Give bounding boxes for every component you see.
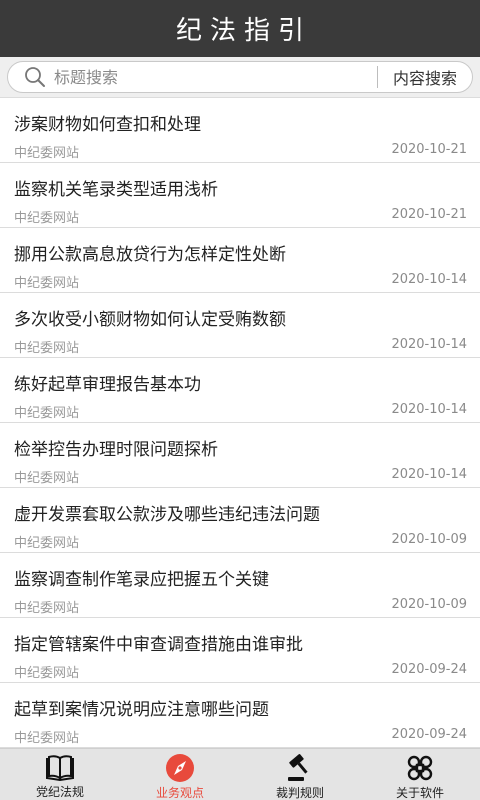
article-title: 虚开发票套取公款涉及哪些违纪违法问题: [14, 505, 320, 525]
list-item[interactable]: 多次收受小额财物如何认定受贿数额 中纪委网站 2020-10-14: [0, 293, 480, 358]
article-title: 监察机关笔录类型适用浅析: [14, 180, 218, 200]
article-source: 中纪委网站: [14, 471, 80, 486]
article-date: 2020-10-21: [391, 207, 467, 222]
command-icon: [404, 753, 436, 783]
tab-label: 裁判规则: [275, 786, 324, 800]
tab-label: 关于软件: [395, 786, 444, 800]
list-item[interactable]: 挪用公款高息放贷行为怎样定性处断 中纪委网站 2020-10-14: [0, 228, 480, 293]
tab-about-software[interactable]: 关于软件: [360, 749, 480, 800]
article-title: 涉案财物如何查扣和处理: [14, 115, 201, 135]
tab-business-views[interactable]: 业务观点: [120, 749, 240, 800]
compass-icon: [164, 753, 196, 783]
article-date: 2020-10-09: [391, 597, 467, 612]
tab-label: 党纪法规: [35, 785, 84, 799]
article-date: 2020-09-24: [391, 662, 467, 677]
article-source: 中纪委网站: [14, 731, 80, 746]
list-item[interactable]: 虚开发票套取公款涉及哪些违纪违法问题 中纪委网站 2020-10-09: [0, 488, 480, 553]
article-list: 涉案财物如何查扣和处理 中纪委网站 2020-10-21 监察机关笔录类型适用浅…: [0, 98, 480, 748]
list-item[interactable]: 检举控告办理时限问题探析 中纪委网站 2020-10-14: [0, 423, 480, 488]
list-item[interactable]: 练好起草审理报告基本功 中纪委网站 2020-10-14: [0, 358, 480, 423]
tab-judgment-rules[interactable]: 裁判规则: [240, 749, 360, 800]
article-source: 中纪委网站: [14, 341, 80, 356]
article-source: 中纪委网站: [14, 211, 80, 226]
article-title: 起草到案情况说明应注意哪些问题: [14, 700, 269, 720]
article-source: 中纪委网站: [14, 406, 80, 421]
article-date: 2020-10-14: [391, 467, 467, 482]
list-item[interactable]: 起草到案情况说明应注意哪些问题 中纪委网站 2020-09-24: [0, 683, 480, 748]
article-source: 中纪委网站: [14, 666, 80, 681]
article-date: 2020-10-14: [391, 402, 467, 417]
search-box: 内容搜索: [7, 61, 473, 93]
article-title: 挪用公款高息放贷行为怎样定性处断: [14, 245, 286, 265]
list-item[interactable]: 监察调查制作笔录应把握五个关键 中纪委网站 2020-10-09: [0, 553, 480, 618]
list-item[interactable]: 指定管辖案件中审查调查措施由谁审批 中纪委网站 2020-09-24: [0, 618, 480, 683]
title-bar: 纪法指引: [0, 0, 480, 57]
book-icon: [44, 753, 76, 782]
list-item[interactable]: 涉案财物如何查扣和处理 中纪委网站 2020-10-21: [0, 98, 480, 163]
article-source: 中纪委网站: [14, 276, 80, 291]
article-source: 中纪委网站: [14, 536, 80, 551]
tab-label: 业务观点: [155, 786, 204, 800]
article-source: 中纪委网站: [14, 601, 80, 616]
bottom-tab-bar: 党纪法规 业务观点 裁判规则 关于软件: [0, 748, 480, 800]
article-source: 中纪委网站: [14, 146, 80, 161]
article-title: 多次收受小额财物如何认定受贿数额: [14, 310, 286, 330]
search-icon[interactable]: [16, 61, 54, 93]
tab-party-regulations[interactable]: 党纪法规: [0, 749, 120, 800]
article-title: 指定管辖案件中审查调查措施由谁审批: [14, 635, 303, 655]
article-title: 监察调查制作笔录应把握五个关键: [14, 570, 269, 590]
gavel-icon: [284, 753, 316, 783]
article-date: 2020-10-14: [391, 272, 467, 287]
article-date: 2020-10-09: [391, 532, 467, 547]
search-bar: 内容搜索: [0, 57, 480, 98]
article-date: 2020-09-24: [391, 727, 467, 742]
article-date: 2020-10-21: [391, 142, 467, 157]
article-title: 练好起草审理报告基本功: [14, 375, 201, 395]
content-search-button[interactable]: 内容搜索: [378, 65, 472, 89]
page-title: 纪法指引: [175, 16, 312, 46]
article-date: 2020-10-14: [391, 337, 467, 352]
search-input[interactable]: [54, 63, 377, 91]
list-item[interactable]: 监察机关笔录类型适用浅析 中纪委网站 2020-10-21: [0, 163, 480, 228]
article-title: 检举控告办理时限问题探析: [14, 440, 218, 460]
